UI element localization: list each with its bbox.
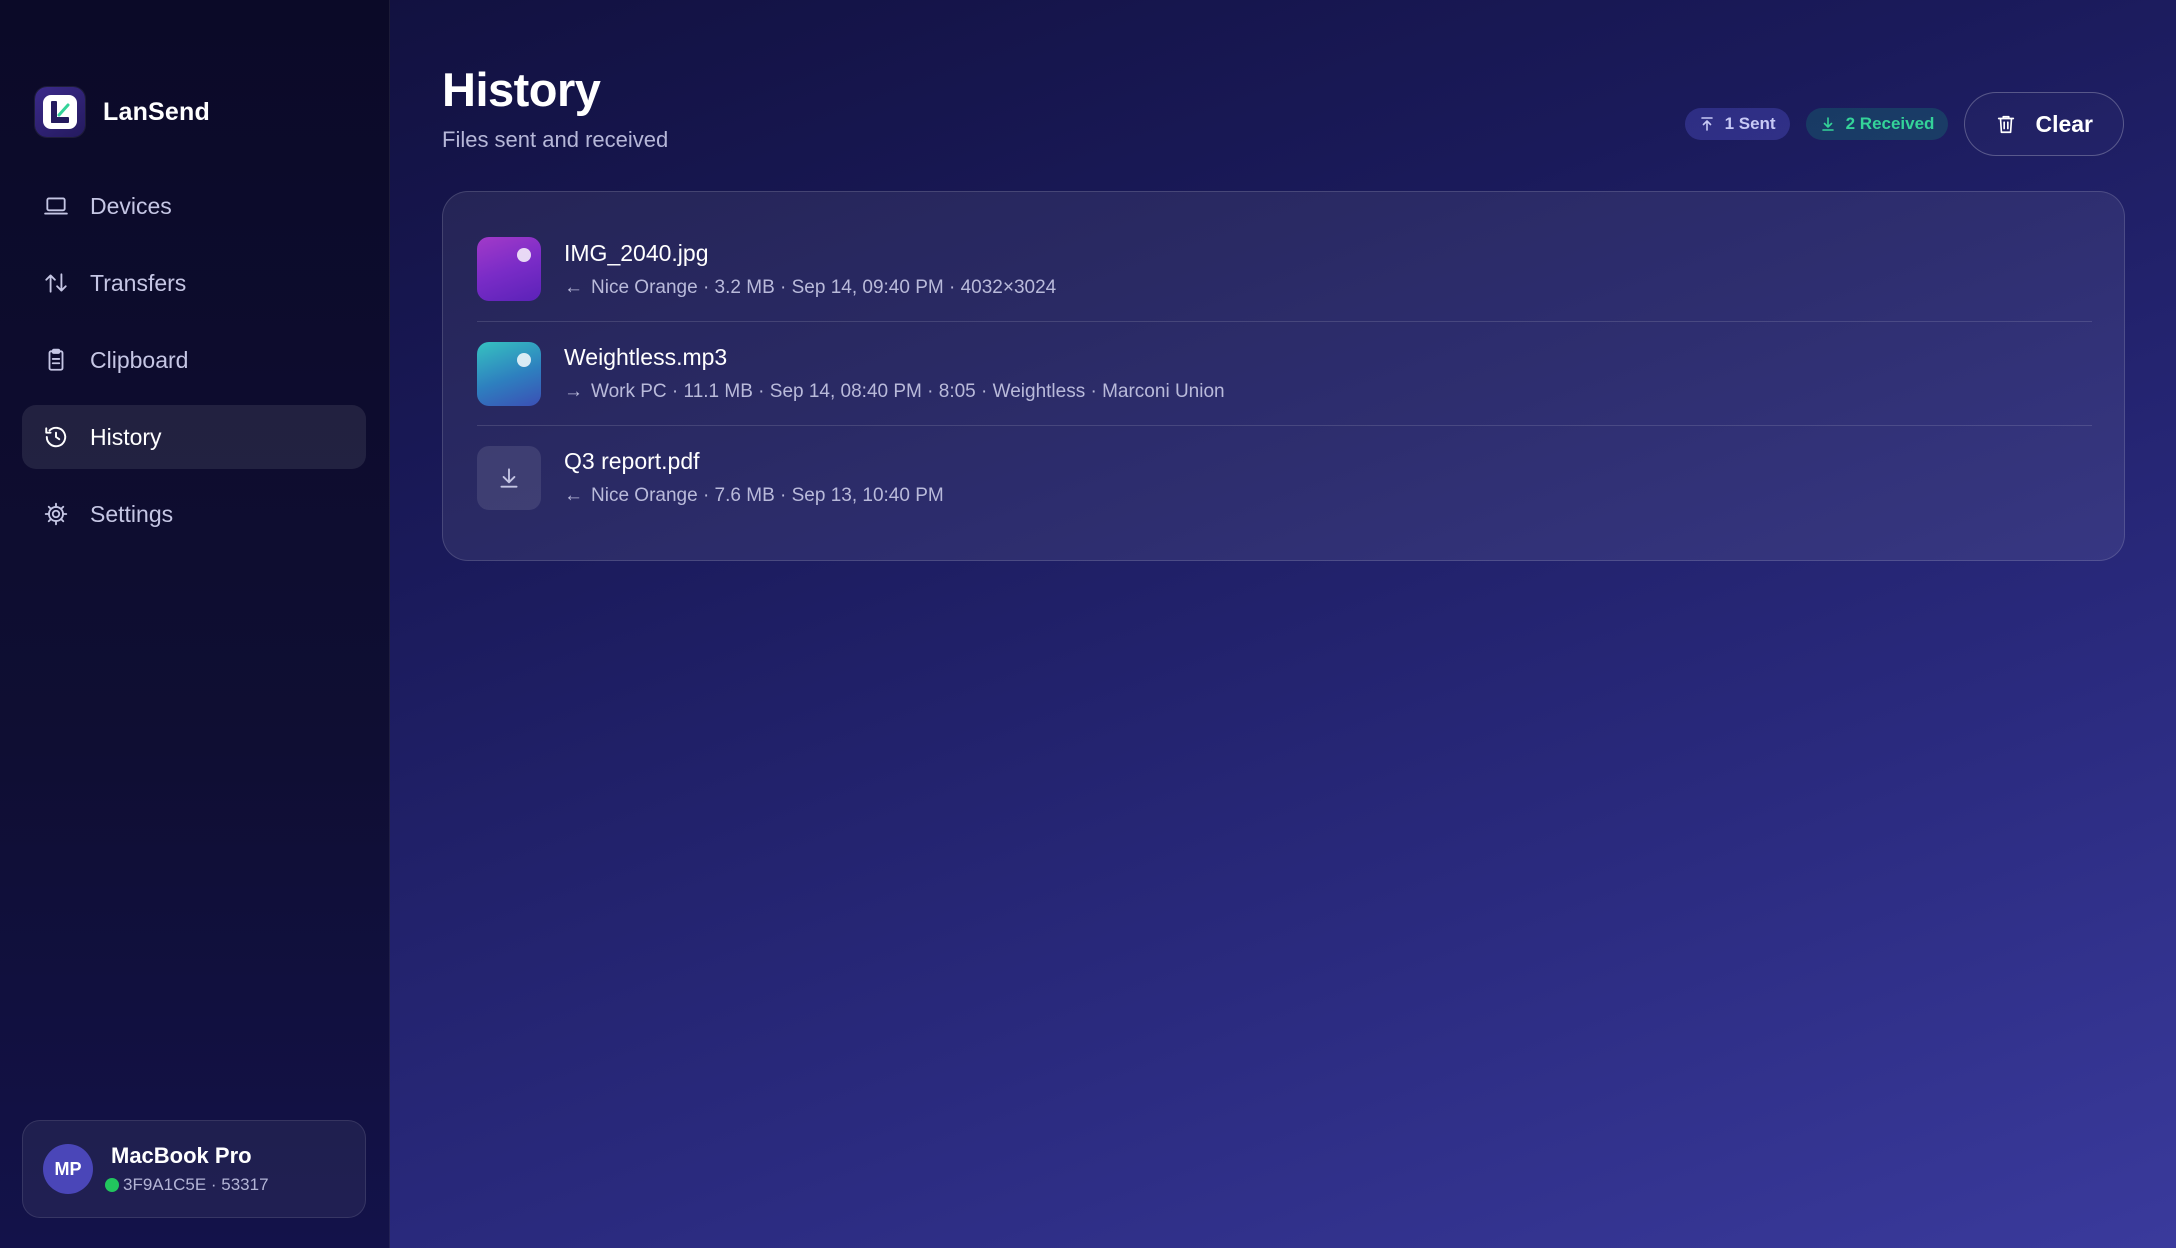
device-id-port: 3F9A1C5E · 53317 [123, 1175, 269, 1194]
app-logo-icon [35, 87, 85, 137]
upload-arrow-icon [1700, 117, 1713, 131]
file-meta: → Work PC · 11.1 MB · Sep 14, 08:40 PM ·… [564, 381, 1225, 403]
sidebar-item-label: Transfers [90, 269, 187, 296]
file-name: IMG_2040.jpg [564, 239, 709, 266]
sent-count-label: 1 Sent [1724, 114, 1776, 133]
sidebar-item-history[interactable]: History [22, 405, 366, 469]
main-content: History Files sent and received 1 Sent 2… [390, 0, 2176, 1248]
sent-arrow-icon: → [564, 381, 583, 402]
gear-icon [42, 500, 70, 528]
file-meta: ← Nice Orange · 7.6 MB · Sep 13, 10:40 P… [564, 485, 944, 507]
laptop-icon [42, 192, 70, 220]
device-info: MacBook Pro 3F9A1C5E · 53317 [105, 1143, 269, 1195]
page-subtitle: Files sent and received [442, 127, 669, 152]
received-count-badge[interactable]: 2 Received [1805, 108, 1949, 140]
received-arrow-icon: ← [564, 276, 583, 298]
trash-icon [1998, 115, 2015, 134]
file-meta-text: Work PC · 11.1 MB · Sep 14, 08:40 PM · 8… [591, 381, 1225, 402]
file-meta-text: Nice Orange · 7.6 MB · Sep 13, 10:40 PM [591, 485, 944, 506]
device-name: MacBook Pro [111, 1143, 252, 1168]
audio-thumbnail-icon [477, 341, 541, 406]
list-item[interactable]: IMG_2040.jpg ← Nice Orange · 3.2 MB · Se… [477, 217, 2092, 321]
received-arrow-icon: ← [564, 485, 583, 506]
page-title: History [442, 63, 601, 116]
sidebar-nav: Devices Transfers Clipboard History Sett… [22, 174, 366, 559]
brand[interactable]: LanSend [35, 87, 210, 137]
sidebar-item-devices[interactable]: Devices [22, 174, 366, 238]
clear-button-label: Clear [2035, 110, 2093, 137]
download-icon [477, 445, 541, 510]
sidebar-item-label: Settings [90, 500, 174, 527]
app-window: LanSend Devices Transfers Clipboard Hist… [0, 0, 2176, 1248]
image-thumbnail-icon [477, 237, 541, 301]
sent-count-badge[interactable]: 1 Sent [1684, 108, 1790, 140]
avatar: MP [43, 1144, 93, 1194]
header-actions: 1 Sent 2 Received Clear [1684, 92, 2124, 156]
file-meta: ← Nice Orange · 3.2 MB · Sep 14, 09:40 P… [564, 277, 1056, 299]
device-details: 3F9A1C5E · 53317 [105, 1175, 269, 1195]
list-item[interactable]: Weightless.mp3 → Work PC · 11.1 MB · Sep… [477, 321, 2092, 425]
clear-history-button[interactable]: Clear [1964, 92, 2124, 156]
download-arrow-icon [1821, 117, 1834, 131]
sidebar-item-transfers[interactable]: Transfers [22, 251, 366, 315]
sidebar-item-label: Clipboard [90, 346, 189, 373]
file-name: Weightless.mp3 [564, 344, 728, 370]
list-item[interactable]: Q3 report.pdf ← Nice Orange · 7.6 MB · S… [477, 425, 2092, 529]
current-device-card[interactable]: MP MacBook Pro 3F9A1C5E · 53317 [22, 1120, 366, 1218]
history-list: IMG_2040.jpg ← Nice Orange · 3.2 MB · Se… [442, 191, 2125, 561]
file-name: Q3 report.pdf [564, 448, 700, 474]
transfer-arrows-icon [42, 269, 70, 297]
file-meta-text: Nice Orange · 3.2 MB · Sep 14, 09:40 PM … [591, 276, 1057, 298]
sidebar-item-label: History [90, 423, 162, 450]
sidebar-item-clipboard[interactable]: Clipboard [22, 328, 366, 392]
sidebar-item-label: Devices [90, 192, 172, 219]
sidebar-item-settings[interactable]: Settings [22, 482, 366, 546]
sidebar: LanSend Devices Transfers Clipboard Hist… [0, 0, 390, 1248]
app-name: LanSend [103, 97, 210, 126]
online-status-dot-icon [105, 1178, 119, 1192]
clipboard-icon [42, 346, 70, 374]
history-icon [42, 423, 70, 451]
received-count-label: 2 Received [1845, 114, 1935, 133]
